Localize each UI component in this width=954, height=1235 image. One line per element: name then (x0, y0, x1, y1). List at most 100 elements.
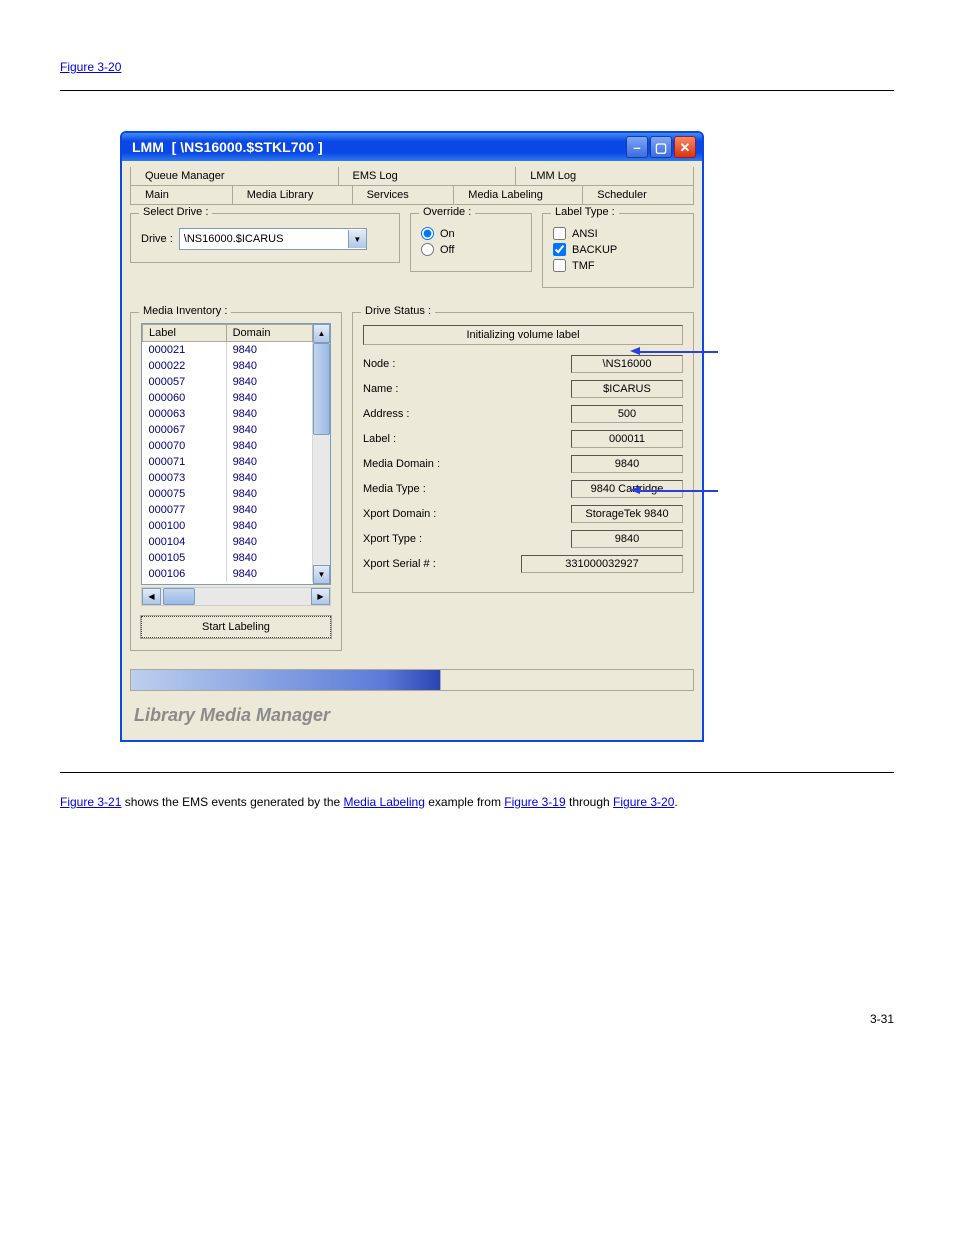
drive-combobox[interactable]: ▼ (179, 228, 367, 250)
window-title: LMM [ \NS16000.$STKL700 ] (132, 139, 626, 155)
table-row[interactable]: 0000679840 (143, 422, 313, 438)
select-drive-group: Select Drive : Drive : ▼ (130, 213, 400, 263)
table-row[interactable]: 0001049840 (143, 534, 313, 550)
status-field-row: Address : 500 (363, 405, 683, 423)
chevron-down-icon[interactable]: ▼ (348, 230, 366, 248)
field-label: Media Type : (363, 483, 473, 495)
field-label: Address : (363, 408, 473, 420)
table-row[interactable]: 0000709840 (143, 438, 313, 454)
field-value: StorageTek 9840 (571, 505, 683, 523)
status-field-row: Name : $ICARUS (363, 380, 683, 398)
table-row[interactable]: 0000579840 (143, 374, 313, 390)
override-group-label: Override : (419, 206, 475, 218)
table-row[interactable]: 0001009840 (143, 518, 313, 534)
radio-off[interactable] (421, 243, 434, 256)
table-row[interactable]: 0000719840 (143, 454, 313, 470)
tab-queue-manager[interactable]: Queue Manager (130, 167, 339, 185)
divider-bottom (60, 772, 894, 773)
scroll-right-icon[interactable]: ▶ (311, 588, 330, 605)
label-type-group-label: Label Type : (551, 206, 619, 218)
tab-media-library[interactable]: Media Library (233, 186, 353, 204)
radio-on[interactable] (421, 227, 434, 240)
hscroll-thumb[interactable] (163, 588, 195, 605)
table-row[interactable]: 0001069840 (143, 566, 313, 582)
drive-status-group: Drive Status : Initializing volume label… (352, 312, 694, 593)
figure-link-321[interactable]: Figure 3-21 (60, 795, 121, 809)
page-number: 3-31 (620, 1012, 894, 1026)
drive-input[interactable] (180, 230, 348, 248)
media-inventory-group: Media Inventory : Label Domain 00 (130, 312, 342, 651)
field-label: Label : (363, 433, 473, 445)
table-row[interactable]: 0000639840 (143, 406, 313, 422)
scroll-down-icon[interactable]: ▼ (313, 565, 330, 584)
status-field-row: Node : \NS16000 (363, 355, 683, 373)
scroll-up-icon[interactable]: ▲ (313, 324, 330, 343)
scroll-thumb[interactable] (313, 343, 330, 435)
arrow-head-icon (630, 486, 640, 494)
field-value: \NS16000 (571, 355, 683, 373)
titlebar[interactable]: LMM [ \NS16000.$STKL700 ] – ▢ ✕ (122, 133, 702, 161)
progress-bar (130, 669, 694, 691)
table-row[interactable]: 0000739840 (143, 470, 313, 486)
callout-arrow-status (638, 350, 718, 353)
override-off-radio[interactable]: Off (421, 243, 521, 256)
divider-top (60, 90, 894, 91)
vertical-scrollbar[interactable]: ▲ ▼ (313, 324, 330, 584)
media-inventory-table[interactable]: Label Domain 000021984000002298400000579… (142, 324, 313, 582)
field-value: $ICARUS (571, 380, 683, 398)
callout-arrow-label (638, 489, 718, 492)
tab-services[interactable]: Services (353, 186, 455, 204)
start-labeling-button[interactable]: Start Labeling (141, 616, 331, 638)
field-label: Xport Type : (363, 533, 473, 545)
checkbox-backup[interactable]: BACKUP (553, 243, 683, 256)
lmm-window: LMM [ \NS16000.$STKL700 ] – ▢ ✕ Queue Ma… (120, 131, 704, 742)
label-type-group: Label Type : ANSI BACKUP TMF (542, 213, 694, 288)
tab-media-labeling[interactable]: Media Labeling (454, 186, 583, 204)
select-drive-label: Select Drive : (139, 206, 212, 218)
figure-link-319[interactable]: Figure 3-19 (504, 795, 565, 809)
status-field-row: Xport Domain :StorageTek 9840 (363, 505, 683, 523)
close-icon[interactable]: ✕ (674, 136, 696, 158)
table-row[interactable]: 0000219840 (143, 342, 313, 359)
override-on-radio[interactable]: On (421, 227, 521, 240)
maximize-icon[interactable]: ▢ (650, 136, 672, 158)
status-field-row: Label : 000011 (363, 430, 683, 448)
media-inventory-label: Media Inventory : (139, 305, 231, 317)
field-value: 9840 (571, 530, 683, 548)
minimize-icon[interactable]: – (626, 136, 648, 158)
figure-link-top[interactable]: Figure 3-20 (60, 60, 121, 74)
table-row[interactable]: 0000779840 (143, 502, 313, 518)
tab-ems-log[interactable]: EMS Log (339, 167, 517, 185)
field-value: 9840 (571, 455, 683, 473)
checkbox-tmf[interactable]: TMF (553, 259, 683, 272)
override-group: Override : On Off (410, 213, 532, 272)
col-domain[interactable]: Domain (226, 325, 312, 342)
tab-scheduler[interactable]: Scheduler (583, 186, 694, 204)
xport-serial-label: Xport Serial # : (363, 558, 473, 570)
field-label: Name : (363, 383, 473, 395)
col-label[interactable]: Label (143, 325, 227, 342)
field-value: 000011 (571, 430, 683, 448)
horizontal-scrollbar[interactable]: ◀ ▶ (141, 587, 331, 606)
drive-status-label: Drive Status : (361, 305, 435, 317)
checkbox-ansi[interactable]: ANSI (553, 227, 683, 240)
drive-status-message: Initializing volume label (363, 325, 683, 345)
xport-serial-value: 331000032927 (521, 555, 683, 573)
tab-lmm-log[interactable]: LMM Log (516, 167, 694, 185)
table-row[interactable]: 0001059840 (143, 550, 313, 566)
field-value: 500 (571, 405, 683, 423)
figure-link-320[interactable]: Figure 3-20 (613, 795, 674, 809)
media-labeling-link[interactable]: Media Labeling (344, 795, 425, 809)
scroll-left-icon[interactable]: ◀ (142, 588, 161, 605)
status-field-row: Media Domain : 9840 (363, 455, 683, 473)
tab-main[interactable]: Main (130, 186, 233, 204)
drive-label: Drive : (141, 233, 173, 245)
field-label: Media Domain : (363, 458, 473, 470)
app-footer-title: Library Media Manager (130, 705, 694, 730)
status-field-row: Xport Type : 9840 (363, 530, 683, 548)
caption-text: Figure 3-21 shows the EMS events generat… (60, 793, 894, 812)
table-row[interactable]: 0000229840 (143, 358, 313, 374)
table-row[interactable]: 0000609840 (143, 390, 313, 406)
table-row[interactable]: 0000759840 (143, 486, 313, 502)
field-label: Node : (363, 358, 473, 370)
